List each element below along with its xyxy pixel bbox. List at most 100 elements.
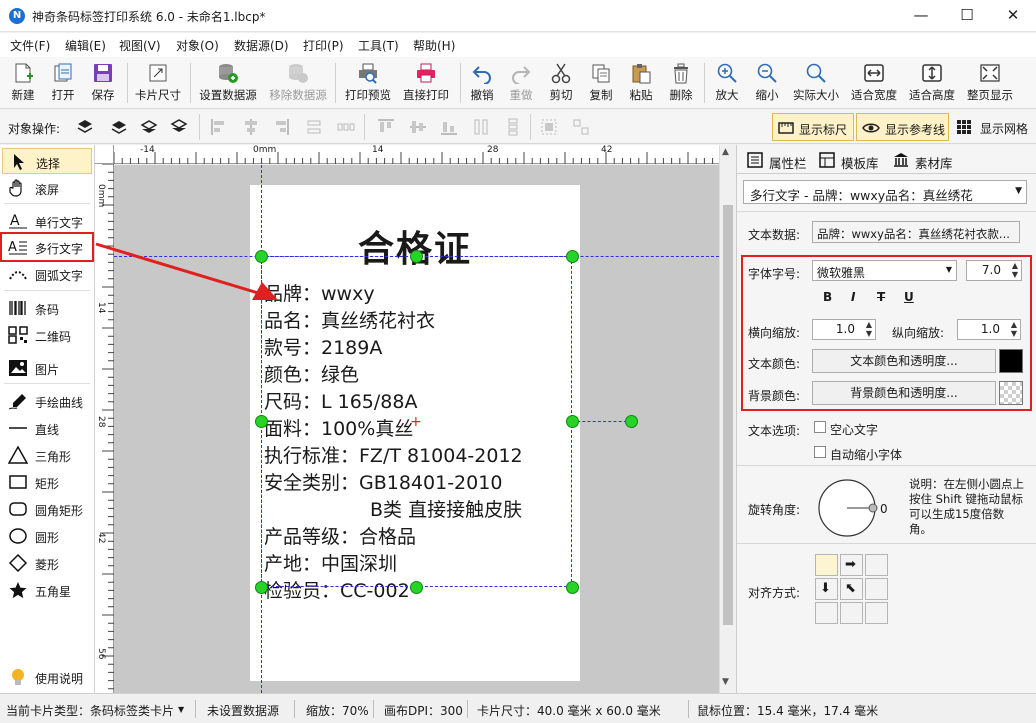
align-top-right-button[interactable] <box>865 554 888 576</box>
align-bottom-icon[interactable] <box>440 118 458 136</box>
new-button[interactable]: 新建 <box>6 60 40 106</box>
tool-arc-text[interactable]: 圆弧文字 <box>2 261 92 287</box>
tool-rectangle[interactable]: 矩形 <box>2 469 92 495</box>
tool-star[interactable]: 五角星 <box>2 577 92 603</box>
tool-triangle[interactable]: 三角形 <box>2 442 92 468</box>
hollow-text-checkbox[interactable] <box>814 421 826 433</box>
save-button[interactable]: 保存 <box>86 60 120 106</box>
font-select[interactable]: 微软雅黑 ▼ <box>812 260 957 281</box>
resize-handle-right[interactable] <box>566 415 579 428</box>
resize-handle-bottom-right[interactable] <box>566 581 579 594</box>
tool-scroll[interactable]: 滚屏 <box>2 175 92 201</box>
paste-button[interactable]: 粘贴 <box>624 60 658 106</box>
same-width-icon[interactable] <box>472 118 490 136</box>
align-right-button[interactable] <box>865 578 888 600</box>
align-top-left-button[interactable] <box>815 554 838 576</box>
menu-tools[interactable]: 工具(T) <box>358 37 399 54</box>
menu-help[interactable]: 帮助(H) <box>413 37 455 54</box>
copy-button[interactable]: 复制 <box>584 60 618 106</box>
align-right-icon[interactable] <box>272 118 290 136</box>
send-to-back-icon[interactable] <box>170 118 188 136</box>
menu-file[interactable]: 文件(F) <box>10 37 50 54</box>
tool-qrcode[interactable]: 二维码 <box>2 322 92 348</box>
tool-diamond[interactable]: 菱形 <box>2 550 92 576</box>
actual-size-button[interactable]: 实际大小 <box>789 60 843 106</box>
fit-width-button[interactable]: 适合宽度 <box>847 60 901 106</box>
menu-object[interactable]: 对象(O) <box>176 37 219 54</box>
undo-button[interactable]: 撤销 <box>465 60 499 106</box>
text-color-button[interactable]: 文本颜色和透明度... <box>812 349 996 373</box>
align-middle-icon[interactable] <box>409 118 427 136</box>
tab-assets[interactable]: 素材库 <box>893 149 961 173</box>
bold-button[interactable]: B <box>823 290 832 304</box>
strikethrough-button[interactable]: T <box>877 290 885 304</box>
italic-button[interactable]: I <box>851 290 855 304</box>
resize-handle-top-right[interactable] <box>566 250 579 263</box>
align-left-button[interactable]: ⬇ <box>815 578 838 600</box>
auto-shrink-checkbox[interactable] <box>814 446 826 458</box>
tab-properties[interactable]: 属性栏 <box>747 149 811 173</box>
tool-multi-line-text[interactable]: A 多行文字 <box>0 232 94 262</box>
underline-button[interactable]: U <box>904 290 914 304</box>
bg-color-swatch[interactable] <box>999 381 1023 405</box>
show-grid-toggle[interactable]: 显示网格 <box>952 113 1034 141</box>
set-datasource-button[interactable]: 设置数据源 <box>195 60 261 106</box>
distribute-vertical-icon[interactable] <box>337 118 355 136</box>
tool-circle[interactable]: 圆形 <box>2 523 92 549</box>
scroll-down-icon[interactable]: ▼ <box>722 677 729 687</box>
vertical-scrollbar[interactable]: ▲ ▼ <box>719 145 736 693</box>
tool-freehand[interactable]: 手绘曲线 <box>2 388 92 414</box>
object-select[interactable]: 多行文字 - 品牌：wwxy品名：真丝绣花 ▼ <box>743 180 1027 204</box>
scrollbar-thumb[interactable] <box>723 205 733 625</box>
card-type-status[interactable]: 当前卡片类型：条码标签类卡片 <box>6 702 174 719</box>
group-icon[interactable] <box>540 118 558 136</box>
menu-view[interactable]: 视图(V) <box>119 37 161 54</box>
menu-edit[interactable]: 编辑(E) <box>65 37 106 54</box>
align-bottom-left-button[interactable] <box>815 602 838 624</box>
spin-arrows-icon[interactable]: ▲ ▼ <box>1012 261 1018 279</box>
delete-button[interactable]: 删除 <box>664 60 698 106</box>
show-ruler-toggle[interactable]: 显示标尺 <box>772 113 854 141</box>
align-bottom-button[interactable] <box>840 602 863 624</box>
same-height-icon[interactable] <box>504 118 522 136</box>
tool-select[interactable]: 选择 <box>2 148 92 174</box>
distribute-horizontal-icon[interactable] <box>305 118 323 136</box>
tab-templates[interactable]: 模板库 <box>819 149 887 173</box>
open-button[interactable]: 打开 <box>46 60 80 106</box>
align-center-button[interactable]: ⬉ <box>840 578 863 600</box>
resize-handle-left[interactable] <box>255 415 268 428</box>
show-guides-toggle[interactable]: 显示参考线 <box>856 113 949 141</box>
text-color-swatch[interactable] <box>999 349 1023 373</box>
bring-forward-icon[interactable] <box>110 118 128 136</box>
scroll-up-icon[interactable]: ▲ <box>722 147 729 157</box>
card-size-button[interactable]: 卡片尺寸 <box>131 60 185 106</box>
zoom-in-button[interactable]: 放大 <box>710 60 744 106</box>
tool-image[interactable]: 图片 <box>2 355 92 381</box>
redo-button[interactable]: 重做 <box>504 60 538 106</box>
align-bottom-right-button[interactable] <box>865 602 888 624</box>
cut-button[interactable]: 剪切 <box>544 60 578 106</box>
zoom-out-button[interactable]: 缩小 <box>750 60 784 106</box>
print-preview-button[interactable]: 打印预览 <box>341 60 395 106</box>
remove-datasource-button[interactable]: 移除数据源 <box>265 60 331 106</box>
menu-datasource[interactable]: 数据源(D) <box>234 37 289 54</box>
chevron-down-icon[interactable]: ▼ <box>178 705 184 714</box>
font-size-stepper[interactable]: 7.0 ▲ ▼ <box>966 260 1022 281</box>
tool-rounded-rectangle[interactable]: 圆角矩形 <box>2 496 92 522</box>
send-backward-icon[interactable] <box>140 118 158 136</box>
hscale-stepper[interactable]: 1.0 ▲ ▼ <box>812 319 876 340</box>
bring-to-front-icon[interactable] <box>76 118 94 136</box>
spin-arrows-icon[interactable]: ▲ ▼ <box>1011 320 1017 338</box>
fit-height-button[interactable]: 适合高度 <box>905 60 959 106</box>
tool-single-line-text[interactable]: A 单行文字 <box>2 208 92 234</box>
ungroup-icon[interactable] <box>572 118 590 136</box>
tool-barcode[interactable]: 条码 <box>2 295 92 321</box>
align-left-icon[interactable] <box>210 118 228 136</box>
rotation-handle[interactable] <box>625 415 638 428</box>
minimize-button[interactable]: — <box>898 0 944 32</box>
help-button[interactable]: 使用说明 <box>2 664 92 690</box>
align-center-icon[interactable] <box>242 118 260 136</box>
tool-line[interactable]: 直线 <box>2 415 92 441</box>
close-button[interactable]: ✕ <box>990 0 1036 32</box>
text-data-field[interactable]: 品牌：wwxy品名：真丝绣花衬衣款... <box>812 221 1020 243</box>
